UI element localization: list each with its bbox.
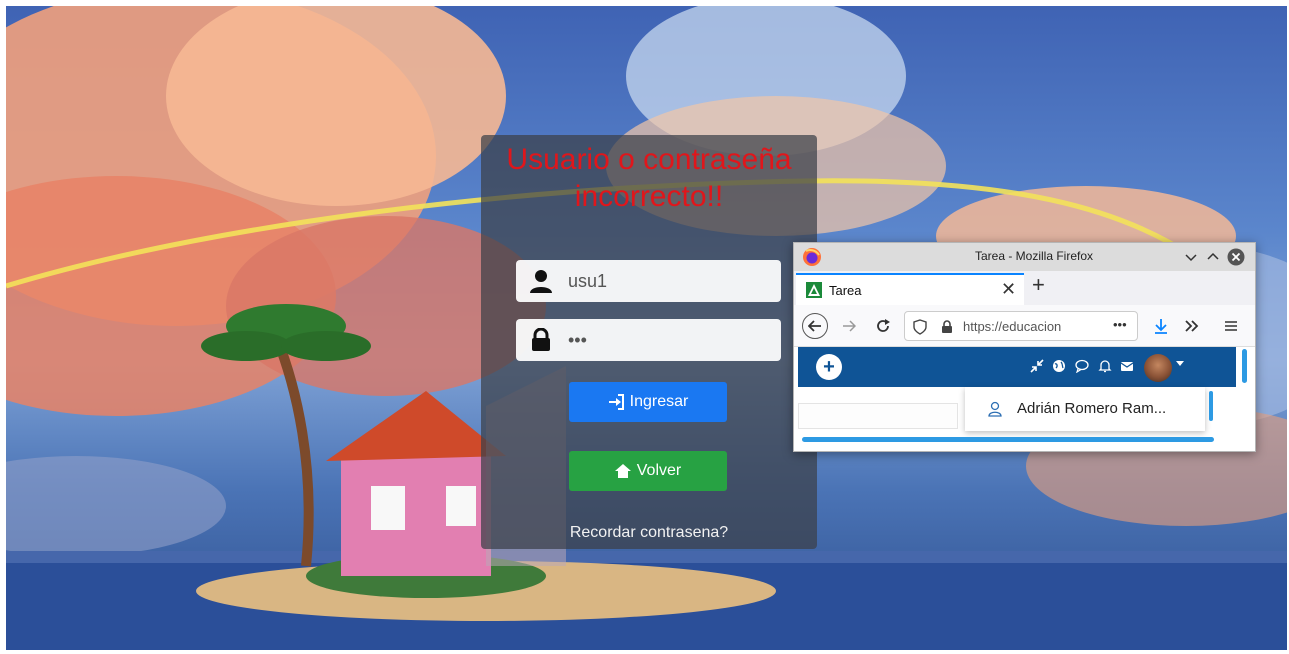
tab-bar: Tarea ✕ + — [794, 271, 1255, 305]
profile-menu-item[interactable]: Adrián Romero Ram... — [1017, 400, 1166, 417]
site-favicon-icon — [806, 282, 822, 298]
volver-button[interactable]: Volver — [569, 451, 727, 491]
navigation-toolbar: https://educacion ••• — [794, 305, 1255, 347]
password-field[interactable] — [516, 319, 781, 361]
url-text: https://educacion — [963, 319, 1062, 334]
user-dropdown-menu: Adrián Romero Ram... — [965, 387, 1213, 431]
username-field[interactable] — [516, 260, 781, 302]
page-actions-icon[interactable]: ••• — [1113, 317, 1127, 332]
tab-label: Tarea — [829, 283, 862, 298]
maximize-icon[interactable] — [1204, 248, 1222, 266]
forgot-password-link[interactable]: Recordar contrasena? — [481, 524, 817, 542]
shield-icon[interactable] — [913, 319, 927, 335]
home-icon — [614, 464, 631, 478]
new-tab-icon[interactable]: + — [1032, 272, 1045, 298]
user-avatar[interactable] — [1144, 354, 1172, 382]
sign-in-icon — [608, 394, 624, 410]
login-panel: Usuario o contraseña incorrecto!! Ingres… — [481, 135, 817, 549]
user-icon — [530, 270, 552, 293]
password-input[interactable] — [568, 325, 768, 355]
forward-icon[interactable] — [836, 313, 862, 339]
bell-icon[interactable] — [1098, 359, 1112, 373]
reload-icon[interactable] — [870, 313, 896, 339]
vertical-scrollbar[interactable] — [1242, 349, 1247, 383]
close-icon[interactable] — [1227, 248, 1245, 266]
site-header: + — [798, 347, 1236, 387]
ingresar-button[interactable]: Ingresar — [569, 382, 727, 422]
volver-label: Volver — [636, 462, 682, 479]
firefox-window: Tarea - Mozilla Firefox Tarea ✕ + https:… — [793, 242, 1256, 452]
comment-icon[interactable] — [1075, 359, 1089, 373]
plus-icon[interactable]: + — [816, 354, 842, 380]
padlock-icon[interactable] — [941, 320, 953, 334]
error-message: Usuario o contraseña incorrecto!! — [506, 143, 792, 213]
horizontal-scrollbar[interactable] — [802, 437, 1214, 442]
user-icon — [988, 401, 1002, 417]
collapse-icon[interactable] — [1030, 359, 1044, 373]
minimize-icon[interactable] — [1182, 248, 1200, 266]
download-icon[interactable] — [1148, 313, 1174, 339]
url-bar[interactable]: https://educacion ••• — [904, 311, 1138, 341]
globe-icon[interactable] — [1052, 359, 1066, 373]
chevron-down-icon[interactable] — [1176, 360, 1184, 368]
window-title: Tarea - Mozilla Firefox — [974, 249, 1094, 263]
tab-tarea[interactable]: Tarea ✕ — [796, 273, 1024, 305]
menu-icon[interactable] — [1218, 313, 1244, 339]
firefox-logo-icon — [803, 248, 821, 266]
dropdown-scrollbar[interactable] — [1209, 391, 1213, 421]
content-panel — [798, 403, 958, 429]
ingresar-label: Ingresar — [629, 393, 689, 410]
username-input[interactable] — [568, 266, 768, 296]
mail-icon[interactable] — [1120, 359, 1134, 373]
back-icon[interactable] — [802, 313, 828, 339]
tab-close-icon[interactable]: ✕ — [1001, 279, 1016, 300]
lock-icon — [532, 328, 550, 351]
window-titlebar: Tarea - Mozilla Firefox — [794, 243, 1255, 271]
overflow-icon[interactable] — [1178, 313, 1204, 339]
page-content: + Adrián Romero Ram... — [794, 347, 1255, 451]
